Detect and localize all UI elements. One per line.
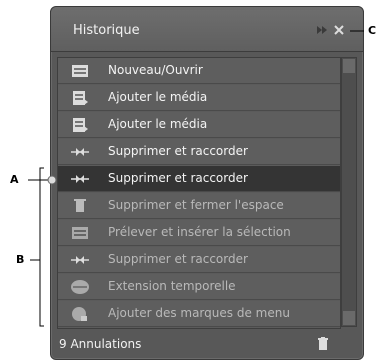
callout-lines <box>28 30 364 327</box>
callout-c: C <box>368 24 377 37</box>
callout-b: B <box>16 253 25 266</box>
callout-a: A <box>10 173 19 186</box>
